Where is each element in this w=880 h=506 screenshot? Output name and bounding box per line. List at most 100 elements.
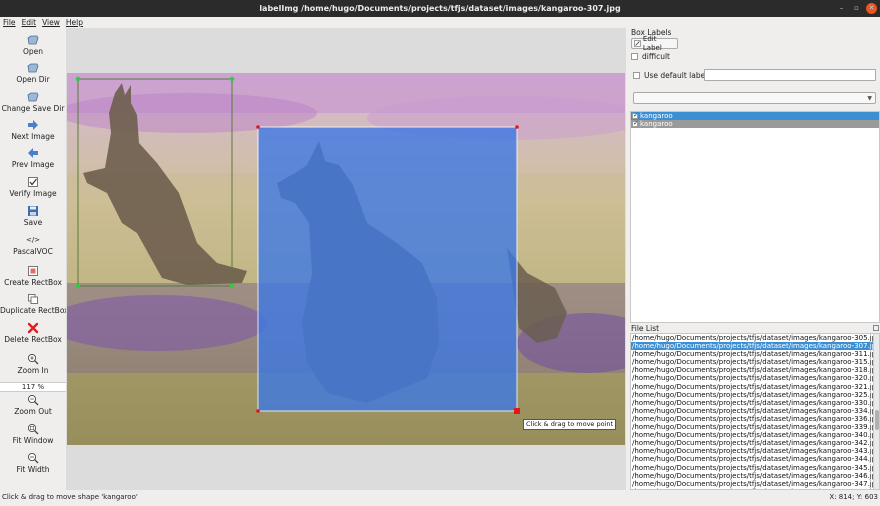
change-save-dir-button[interactable]: Change Save Dir [0, 91, 66, 114]
file-list-item[interactable]: /home/hugo/Documents/projects/tfjs/datas… [631, 407, 879, 415]
create-rectbox-button[interactable]: Create RectBox [0, 265, 66, 288]
left-toolbar: Open Open Dir Change Save Dir Next Image… [0, 28, 69, 490]
file-list-item[interactable]: /home/hugo/Documents/projects/tfjs/datas… [631, 358, 879, 366]
file-list-item[interactable]: /home/hugo/Documents/projects/tfjs/datas… [631, 374, 879, 382]
duplicate-rectbox-button[interactable]: Duplicate RectBox [0, 293, 69, 316]
label-list[interactable]: kangaroo kangaroo [630, 111, 880, 323]
menu-file-label: File [3, 18, 16, 27]
menu-file[interactable]: File [0, 17, 19, 28]
zoom-in-label: Zoom In [17, 366, 49, 375]
label-item-text: kangaroo [640, 120, 673, 128]
open-label: Open [22, 47, 44, 56]
menu-edit[interactable]: Edit [19, 17, 40, 28]
duplicate-rectbox-label: Duplicate RectBox [0, 306, 69, 315]
verify-image-label: Verify Image [9, 189, 57, 198]
save-label: Save [23, 218, 43, 227]
format-button[interactable]: </> PascalVOC [0, 234, 66, 257]
fit-window-button[interactable]: Fit Window [0, 423, 66, 446]
file-list-item[interactable]: /home/hugo/Documents/projects/tfjs/datas… [631, 447, 879, 455]
label-filter-combo[interactable]: ▼ [633, 92, 876, 104]
open-button[interactable]: Open [0, 34, 66, 57]
status-message: Click & drag to move shape 'kangaroo' [2, 493, 138, 501]
file-list-item[interactable]: /home/hugo/Documents/projects/tfjs/datas… [631, 342, 879, 351]
open-dir-button[interactable]: Open Dir [0, 62, 66, 85]
next-image-button[interactable]: Next Image [0, 119, 66, 142]
folder-open-icon [27, 63, 39, 73]
edit-label-button[interactable]: Edit Label [631, 35, 678, 52]
move-point-tooltip: Click & drag to move point [523, 419, 617, 430]
menu-help[interactable]: Help [63, 17, 86, 28]
difficult-checkbox[interactable]: difficult [631, 52, 670, 61]
file-list-title: File List [631, 324, 660, 333]
prev-image-label: Prev Image [11, 160, 55, 169]
fit-window-label: Fit Window [12, 436, 54, 445]
use-default-label-text: Use default label [644, 71, 708, 80]
format-label: PascalVOC [13, 247, 53, 256]
zoom-out-icon [27, 394, 39, 406]
menu-edit-label: Edit [21, 18, 37, 27]
file-list[interactable]: /home/hugo/Documents/projects/tfjs/datas… [630, 333, 880, 490]
use-default-label-check-box[interactable] [633, 72, 640, 79]
folder-open-icon [27, 35, 39, 45]
file-list-item[interactable]: /home/hugo/Documents/projects/tfjs/datas… [631, 366, 879, 374]
folder-open-icon [27, 92, 39, 102]
minimize-icon[interactable]: – [836, 3, 847, 14]
label-list-item[interactable]: kangaroo [631, 111, 879, 120]
checkbox-icon [28, 177, 38, 187]
scrollbar-thumb[interactable] [875, 410, 879, 430]
kangaroo-photo [67, 73, 625, 445]
file-list-item[interactable]: /home/hugo/Documents/projects/tfjs/datas… [631, 391, 879, 399]
zoom-out-button[interactable]: Zoom Out [0, 394, 66, 417]
window-title: labelImg /home/hugo/Documents/projects/t… [259, 4, 621, 13]
file-list-item[interactable]: /home/hugo/Documents/projects/tfjs/datas… [631, 350, 879, 358]
dock-float-icon[interactable] [873, 325, 879, 331]
zoom-fit-width-icon [27, 452, 39, 464]
file-list-item[interactable]: /home/hugo/Documents/projects/tfjs/datas… [631, 415, 879, 423]
open-dir-label: Open Dir [16, 75, 50, 84]
close-icon[interactable]: ✕ [866, 3, 877, 14]
menu-bar: File Edit View Help [0, 17, 880, 28]
right-dock: Box Labels Edit Label difficult Use defa… [627, 28, 880, 490]
verify-image-button[interactable]: Verify Image [0, 176, 66, 199]
file-rows: /home/hugo/Documents/projects/tfjs/datas… [631, 334, 879, 489]
file-list-item[interactable]: /home/hugo/Documents/projects/tfjs/datas… [631, 480, 879, 488]
edit-icon [634, 40, 641, 47]
difficult-label: difficult [642, 52, 670, 61]
file-list-item[interactable]: /home/hugo/Documents/projects/tfjs/datas… [631, 472, 879, 480]
zoom-spinbox[interactable]: 117 % [0, 382, 66, 392]
file-list-item[interactable]: /home/hugo/Documents/projects/tfjs/datas… [631, 439, 879, 447]
edit-label-text: Edit Label [642, 34, 662, 52]
label-item-text: kangaroo [640, 112, 673, 120]
fit-width-button[interactable]: Fit Width [0, 452, 66, 475]
maximize-icon[interactable]: ▫ [851, 3, 862, 14]
save-button[interactable]: Save [0, 205, 66, 228]
use-default-label-checkbox[interactable]: Use default label [633, 71, 707, 80]
label-list-item[interactable]: kangaroo [631, 119, 879, 128]
file-list-item[interactable]: /home/hugo/Documents/projects/tfjs/datas… [631, 423, 879, 431]
floppy-disk-icon [28, 206, 38, 216]
image-canvas[interactable]: Click & drag to move point [66, 28, 626, 490]
prev-image-button[interactable]: Prev Image [0, 147, 66, 170]
file-list-scrollbar[interactable] [873, 334, 879, 489]
next-image-label: Next Image [11, 132, 55, 141]
rect-draw-icon [28, 266, 38, 276]
status-bar: Click & drag to move shape 'kangaroo' X:… [0, 490, 880, 506]
zoom-fit-icon [27, 423, 39, 435]
zoom-in-button[interactable]: Zoom In [0, 353, 66, 376]
code-icon: </> [25, 236, 41, 244]
file-list-item[interactable]: /home/hugo/Documents/projects/tfjs/datas… [631, 431, 879, 439]
file-list-item[interactable]: /home/hugo/Documents/projects/tfjs/datas… [631, 399, 879, 407]
label-visibility-checkbox[interactable] [632, 119, 639, 127]
file-list-item[interactable]: /home/hugo/Documents/projects/tfjs/datas… [631, 464, 879, 472]
difficult-check-box[interactable] [631, 53, 638, 60]
file-list-item[interactable]: /home/hugo/Documents/projects/tfjs/datas… [631, 383, 879, 391]
menu-view[interactable]: View [39, 17, 63, 28]
file-list-item[interactable]: /home/hugo/Documents/projects/tfjs/datas… [631, 455, 879, 463]
delete-rectbox-button[interactable]: Delete RectBox [0, 322, 66, 345]
file-list-item[interactable]: /home/hugo/Documents/projects/tfjs/datas… [631, 334, 879, 342]
cursor-coordinates: X: 814; Y: 603 [829, 493, 878, 501]
arrow-right-icon [28, 120, 38, 130]
delete-x-icon [27, 322, 39, 334]
selected-bounding-box[interactable] [256, 125, 520, 414]
default-label-input[interactable] [704, 69, 876, 81]
